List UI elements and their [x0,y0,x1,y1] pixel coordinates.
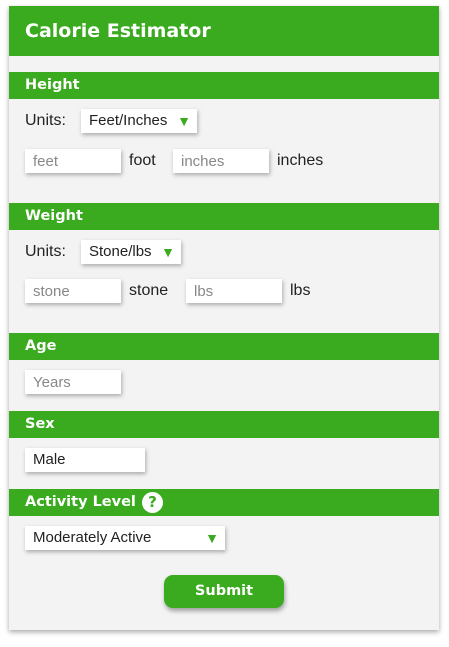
help-icon[interactable]: ? [142,492,163,513]
stone-input[interactable] [25,279,121,303]
age-heading: Age [9,333,439,360]
activity-value: Moderately Active [33,529,152,546]
height-units-select[interactable]: Feet/Inches ▼ [81,109,197,133]
chevron-down-icon: ▼ [205,530,219,546]
weight-units-value: Stone/lbs [89,243,152,260]
age-input[interactable] [25,370,121,394]
inches-unit-label: inches [277,152,324,169]
inches-input[interactable] [173,149,269,173]
weight-units-label: Units: [25,243,66,260]
sex-heading: Sex [9,411,439,438]
weight-units-select[interactable]: Stone/lbs ▼ [81,240,181,264]
weight-heading: Weight [9,203,439,230]
submit-button[interactable]: Submit [164,575,284,608]
sex-select[interactable]: Male [25,448,145,472]
form-title: Calorie Estimator [9,6,439,56]
calorie-estimator-card: Calorie Estimator Height Units: Feet/Inc… [9,6,439,630]
feet-input[interactable] [25,149,121,173]
activity-select[interactable]: Moderately Active ▼ [25,526,225,550]
height-heading: Height [9,72,439,99]
lbs-unit-label: lbs [290,282,311,299]
chevron-down-icon: ▼ [161,244,175,260]
sex-value: Male [33,451,66,468]
activity-heading: Activity Level [9,489,439,516]
stone-unit-label: stone [129,282,169,299]
height-units-value: Feet/Inches [89,112,168,129]
lbs-input[interactable] [186,279,282,303]
height-units-label: Units: [25,112,66,129]
feet-unit-label: foot [129,152,156,169]
chevron-down-icon: ▼ [177,113,191,129]
